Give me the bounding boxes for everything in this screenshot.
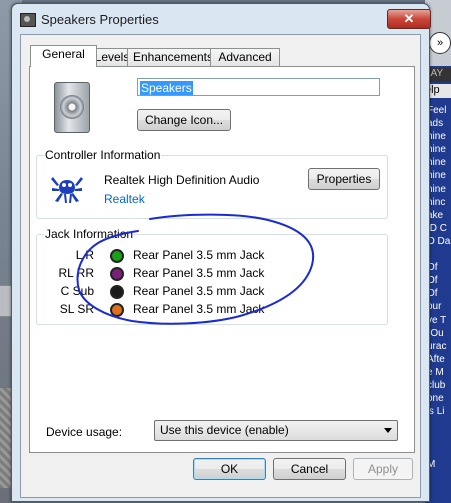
jack-description: Rear Panel 3.5 mm Jack: [133, 266, 265, 280]
ok-button[interactable]: OK: [193, 458, 266, 480]
general-tab-panel: Speakers Change Icon... Controller Infor…: [29, 66, 415, 453]
background-text-line: ake: [427, 209, 444, 221]
properties-button[interactable]: Properties: [308, 168, 380, 190]
forward-icon[interactable]: »: [429, 32, 451, 54]
background-text-line: Of: [427, 262, 438, 274]
tab-enhancements[interactable]: Enhancements: [127, 48, 219, 66]
jack-row: L R Rear Panel 3.5 mm Jack: [37, 246, 377, 264]
background-text-line: one: [427, 393, 444, 405]
speaker-window-icon: [20, 13, 36, 27]
apply-button[interactable]: Apply: [353, 458, 413, 480]
jack-channel-label: L R: [75, 248, 94, 262]
device-usage-label: Device usage:: [46, 425, 123, 439]
jack-group-label: Jack Information: [44, 227, 135, 241]
background-text-line: hine: [427, 131, 446, 143]
background-text-line: [427, 248, 451, 261]
jack-description: Rear Panel 3.5 mm Jack: [133, 284, 265, 298]
device-name-value: Speakers: [140, 81, 193, 95]
background-text-line: hine: [427, 170, 446, 182]
jack-channel-label: C Sub: [60, 284, 94, 298]
realtek-logo-icon: [51, 177, 83, 203]
background-text-line: ID C: [427, 222, 447, 234]
background-text-line: M: [427, 458, 436, 470]
background-text-line: ve T: [427, 314, 447, 326]
background-text-line: hine: [427, 144, 446, 156]
background-text-line: [427, 431, 451, 444]
close-button[interactable]: ✕: [387, 9, 431, 29]
controller-name: Realtek High Definition Audio: [104, 173, 260, 187]
speakers-properties-window: Speakers Properties ✕ General Levels Enh…: [11, 3, 431, 502]
jack-color-icon: [110, 303, 124, 317]
jack-channel-label: RL RR: [58, 266, 94, 280]
background-text-line: (Ou: [427, 327, 444, 339]
jack-row: RL RR Rear Panel 3.5 mm Jack: [37, 264, 377, 282]
realtek-link[interactable]: Realtek: [104, 192, 145, 206]
change-icon-button[interactable]: Change Icon...: [137, 109, 231, 131]
background-text-line: Of: [427, 288, 438, 300]
background-text-line: Feel: [427, 105, 447, 116]
device-usage-select[interactable]: Use this device (enable): [154, 420, 398, 441]
jack-color-icon: [110, 285, 124, 299]
device-usage-value: Use this device (enable): [160, 423, 289, 437]
background-text-line: [427, 444, 451, 457]
jack-row: C Sub Rear Panel 3.5 mm Jack: [37, 282, 377, 300]
background-text-line: hine: [427, 183, 446, 195]
tab-general[interactable]: General: [30, 45, 97, 67]
jack-color-icon: [110, 267, 124, 281]
background-text-line: Of: [427, 275, 438, 287]
background-text-line: hinc: [427, 196, 446, 208]
speaker-icon: [54, 82, 90, 133]
title-bar[interactable]: Speakers Properties ✕: [12, 4, 431, 34]
jack-information-group: Jack Information L R Rear Panel 3.5 mm Ja…: [36, 227, 388, 325]
jack-description: Rear Panel 3.5 mm Jack: [133, 302, 265, 316]
device-name-input[interactable]: Speakers: [137, 78, 380, 96]
background-text-line: urac: [427, 340, 447, 352]
background-text-line: hine: [427, 157, 446, 169]
background-text-line: [427, 418, 451, 431]
jack-channel-label: SL SR: [59, 302, 94, 316]
jack-description: Rear Panel 3.5 mm Jack: [133, 248, 265, 262]
speaker-cone: [60, 95, 84, 119]
background-text-line: ads: [427, 118, 444, 130]
background-text-line: O Da: [427, 235, 451, 247]
chevron-down-icon: [384, 428, 392, 433]
jack-color-icon: [110, 249, 124, 263]
background-text-line: Afte: [427, 353, 445, 365]
background-text-line: club: [427, 379, 446, 391]
background-text-line: e M: [427, 366, 444, 378]
background-text-lines: Feel ads hine hine hine hine hine hinc ake ID CO …: [427, 104, 451, 471]
window-title: Speakers Properties: [41, 12, 159, 27]
background-text-line: our: [427, 301, 442, 313]
background-text-line: 's Li: [427, 406, 445, 418]
controller-information-group: Controller Information Realtek High Defi…: [36, 148, 388, 219]
jack-row: SL SR Rear Panel 3.5 mm Jack: [37, 300, 377, 318]
controller-group-label: Controller Information: [44, 148, 162, 162]
tab-advanced[interactable]: Advanced: [210, 48, 280, 66]
cancel-button[interactable]: Cancel: [273, 458, 346, 480]
dialog-client: General Levels Enhancements Advanced Spe…: [20, 34, 421, 498]
